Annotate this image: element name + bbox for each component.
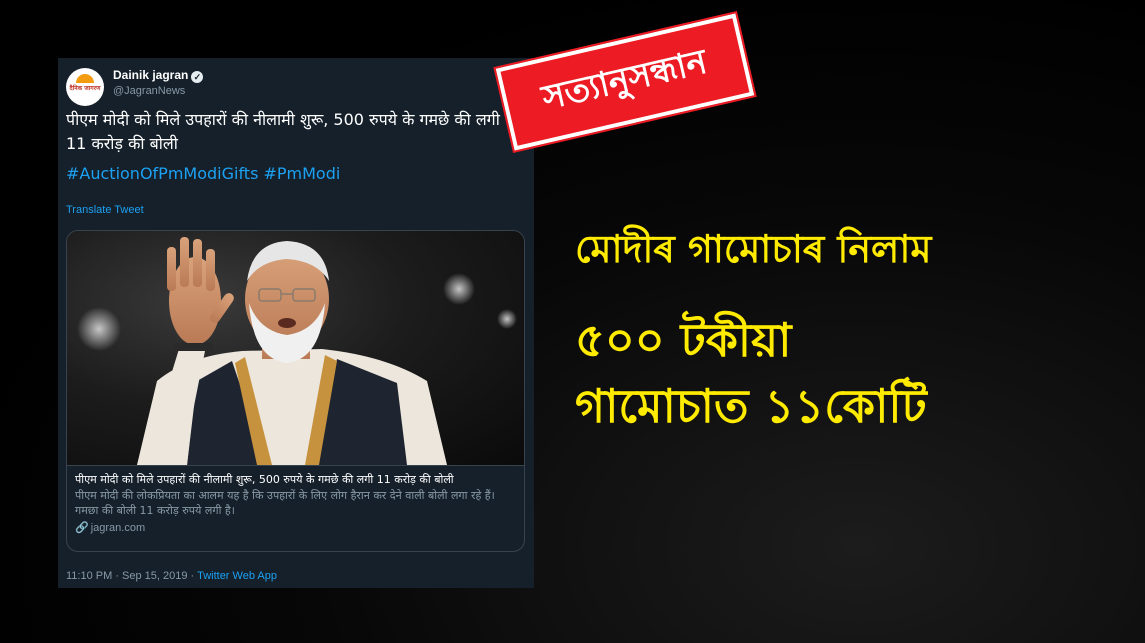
headline-line-1: মোদীৰ গামোচাৰ নিলাম (575, 227, 932, 271)
link-card-title: पीएम मोदी को मिले उपहारों की नीलामी शुरू… (75, 473, 454, 486)
link-icon: 🔗 (75, 522, 89, 534)
link-card-caption: पीएम मोदी को मिले उपहारों की नीलामी शुरू… (67, 465, 524, 551)
sun-logo-icon (76, 74, 94, 83)
account-name[interactable]: Dainik jagran ✓ (113, 68, 204, 83)
translate-tweet-link[interactable]: Translate Tweet (66, 204, 144, 216)
link-card-description: पीएम मोदी की लोकप्रियता का आलम यह है कि … (75, 489, 495, 517)
headline-line-3: গামোচাত ১১কোটি (575, 379, 927, 433)
tweet-timestamp[interactable]: 11:10 PM · Sep 15, 2019 · Twitter Web Ap… (66, 570, 277, 582)
article-photo (67, 231, 524, 465)
tweet-time-text: 11:10 PM · Sep 15, 2019 · (66, 570, 198, 582)
stamp-text: সত্যানুসন্ধান (538, 41, 711, 118)
tweet-hashtags[interactable]: #AuctionOfPmModiGifts #PmModi (66, 162, 340, 186)
avatar[interactable]: दैनिक जागरण (66, 68, 104, 106)
tweet-card: दैनिक जागरण Dainik jagran✓ @JagranNews ✕… (58, 58, 534, 588)
headline-line-2: ৫০০ টকীয়া (575, 313, 792, 367)
screenshot-canvas: दैनिक जागरण Dainik jagran✓ @JagranNews ✕… (0, 0, 1145, 643)
tweet-text: पीएम मोदी को मिले उपहारों की नीलामी शुरू… (66, 110, 500, 153)
account-name-label: Dainik jagran (113, 68, 189, 82)
link-card-domain: 🔗 jagran.com (75, 521, 518, 536)
fact-check-stamp: সত্যানুসন্ধান (493, 10, 757, 154)
link-preview-card[interactable]: पीएम मोदी को मिले उपहारों की नीलामी शुरू… (66, 230, 525, 552)
verified-badge-icon: ✓ (191, 71, 204, 83)
link-card-domain-text: jagran.com (90, 522, 146, 534)
modi-waving-photo (77, 237, 517, 465)
account-handle[interactable]: @JagranNews (113, 85, 185, 97)
avatar-logo-text: दैनिक जागरण (69, 85, 101, 92)
tweet-source-link[interactable]: Twitter Web App (197, 570, 277, 582)
